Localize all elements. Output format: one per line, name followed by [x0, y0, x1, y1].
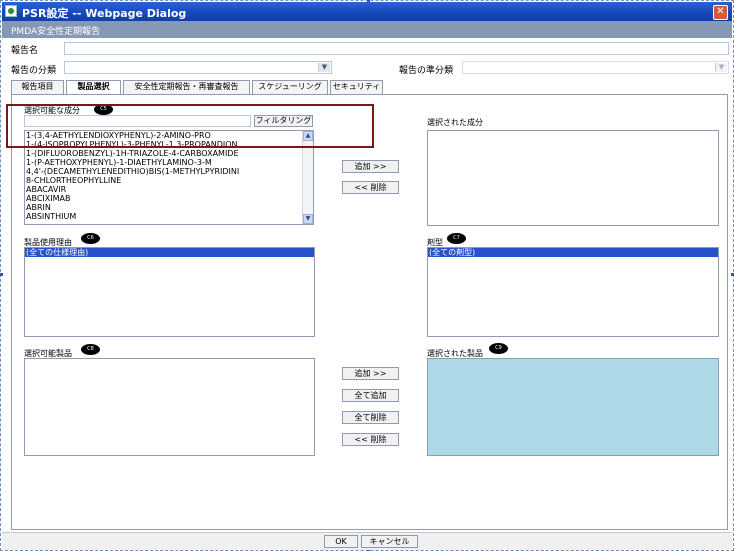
tab-security[interactable]: セキュリティ: [330, 80, 383, 94]
ok-button[interactable]: OK: [324, 535, 358, 548]
callout-badge-c8: C8: [81, 344, 100, 355]
add-product-button[interactable]: 追加 >>: [342, 367, 399, 380]
callout-badge-c7: C7: [447, 233, 466, 244]
callout-badge-c9: C9: [489, 343, 508, 354]
usage-reason-list[interactable]: (全ての仕様理由): [24, 247, 315, 337]
add-all-products-button[interactable]: 全て追加: [342, 389, 399, 402]
report-standard-select[interactable]: ▼: [462, 61, 729, 74]
title-bar: PSR設定 -- Webpage Dialog ✕: [2, 2, 732, 21]
remove-product-button[interactable]: << 削除: [342, 433, 399, 446]
selected-products-list[interactable]: [427, 358, 719, 456]
list-item[interactable]: 4,4'-(DECAMETHYLENEDITHIO)BIS(1-METHYLPY…: [25, 167, 313, 176]
cancel-button[interactable]: キャンセル: [361, 535, 418, 548]
tab-report-items[interactable]: 報告項目: [11, 80, 64, 94]
selected-ingredients-list[interactable]: [427, 130, 719, 226]
tab-scheduling[interactable]: スケジューリング: [252, 80, 328, 94]
tab-periodic-report[interactable]: 安全性定期報告・再審査報告: [123, 80, 250, 94]
remove-all-products-button[interactable]: 全て削除: [342, 411, 399, 424]
close-button[interactable]: ✕: [713, 5, 728, 20]
selected-ingredients-label: 選択された成分: [427, 118, 483, 127]
window-title: PSR設定 -- Webpage Dialog: [22, 7, 187, 20]
header-subtitle: PMDA安全性定期報告: [11, 27, 101, 37]
chevron-down-icon[interactable]: ▼: [318, 63, 330, 72]
highlight-box: [6, 104, 374, 148]
list-item[interactable]: 8-CHLORTHEOPHYLLINE: [25, 176, 313, 185]
list-item[interactable]: 1-(DIFLUOROBENZYL)-1H-TRIAZOLE-4-CARBOXA…: [25, 149, 313, 158]
callout-badge-c6: C6: [81, 233, 100, 244]
list-item[interactable]: ABACAVIR: [25, 185, 313, 194]
report-category-label: 報告の分類: [11, 66, 57, 76]
list-item[interactable]: (全ての仕様理由): [25, 248, 314, 257]
close-icon: ✕: [716, 6, 725, 17]
add-ingredient-button[interactable]: 追加 >>: [342, 160, 399, 173]
resize-handle-left[interactable]: [0, 273, 3, 276]
list-item[interactable]: ABCIXIMAB: [25, 194, 313, 203]
list-item[interactable]: (全ての剤型): [428, 248, 718, 257]
list-item[interactable]: ABRIN: [25, 203, 313, 212]
list-item[interactable]: 1-(P-AETHOXYPHENYL)-1-DIAETHYLAMINO-3-M: [25, 158, 313, 167]
header-bar: PMDA安全性定期報告: [2, 21, 732, 38]
report-standard-label: 報告の準分類: [399, 66, 454, 76]
list-item[interactable]: ABSINTHIUM: [25, 212, 313, 221]
scroll-down-icon[interactable]: ▼: [303, 214, 313, 224]
remove-ingredient-button[interactable]: << 削除: [342, 181, 399, 194]
available-products-list[interactable]: [24, 358, 315, 456]
report-name-input[interactable]: [64, 42, 729, 55]
dosage-form-list[interactable]: (全ての剤型): [427, 247, 719, 337]
tab-product-selection[interactable]: 製品選択: [66, 80, 121, 95]
report-category-select[interactable]: ▼: [64, 61, 332, 74]
report-name-label: 報告名: [11, 46, 39, 56]
app-icon: [5, 5, 17, 17]
chevron-down-icon[interactable]: ▼: [715, 63, 727, 72]
